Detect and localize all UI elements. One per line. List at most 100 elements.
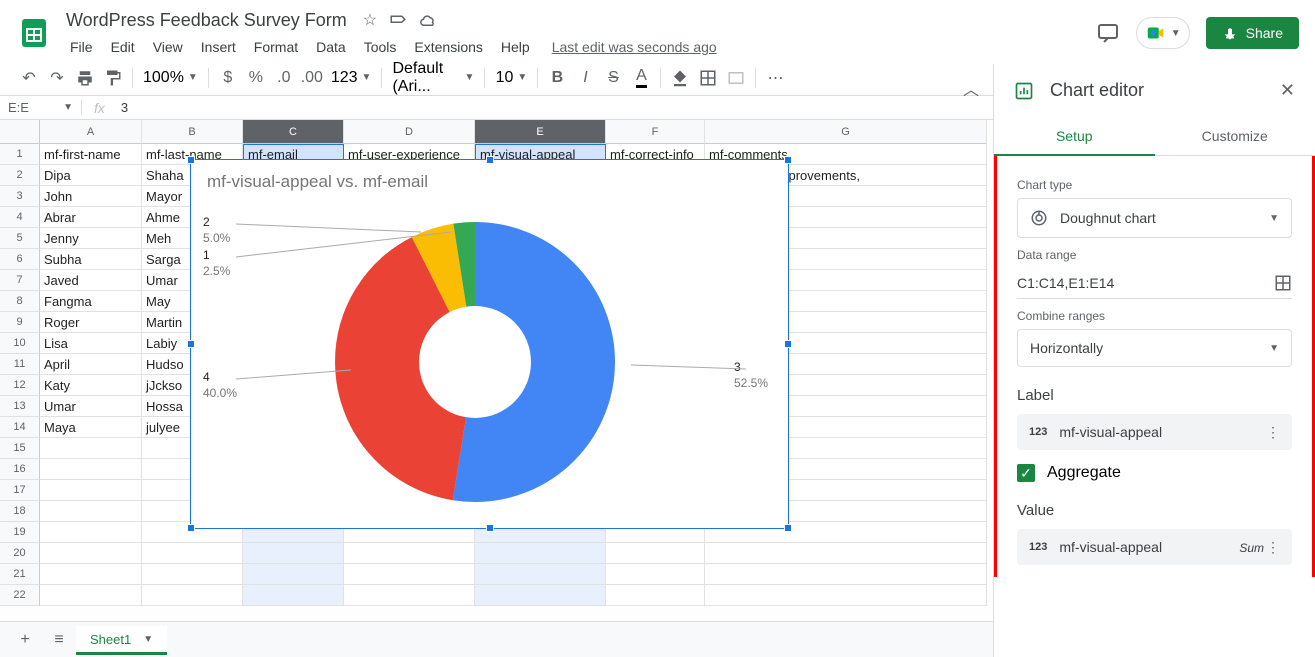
menu-tools[interactable]: Tools [356, 35, 405, 59]
cell[interactable] [40, 459, 142, 480]
meet-button[interactable]: ▼ [1136, 17, 1190, 49]
text-color-icon[interactable]: A [628, 65, 654, 91]
cell[interactable]: Subha [40, 249, 142, 270]
row-header[interactable]: 17 [0, 480, 40, 501]
print-icon[interactable] [72, 65, 98, 91]
row-header[interactable]: 15 [0, 438, 40, 459]
cell[interactable] [243, 543, 344, 564]
row-header[interactable]: 19 [0, 522, 40, 543]
cell[interactable] [606, 585, 705, 606]
cell[interactable]: Jenny [40, 228, 142, 249]
cell[interactable] [40, 585, 142, 606]
cell[interactable] [705, 585, 987, 606]
paint-format-icon[interactable] [100, 65, 126, 91]
increase-decimal-icon[interactable]: .00 [299, 65, 325, 91]
row-header[interactable]: 4 [0, 207, 40, 228]
merge-icon[interactable] [723, 65, 749, 91]
cell[interactable]: Abrar [40, 207, 142, 228]
cell[interactable]: April [40, 354, 142, 375]
aggregate-checkbox[interactable]: ✓ [1017, 464, 1035, 482]
strikethrough-icon[interactable]: S [600, 65, 626, 91]
col-header-D[interactable]: D [344, 120, 475, 144]
cell[interactable] [344, 564, 475, 585]
menu-data[interactable]: Data [308, 35, 354, 59]
menu-extensions[interactable]: Extensions [406, 35, 490, 59]
menu-format[interactable]: Format [246, 35, 306, 59]
value-more-icon[interactable]: ⋮ [1266, 539, 1280, 556]
cell[interactable] [344, 585, 475, 606]
grid-select-icon[interactable] [1274, 274, 1292, 292]
cell[interactable]: Katy [40, 375, 142, 396]
tab-setup[interactable]: Setup [994, 118, 1155, 156]
cell[interactable] [475, 564, 606, 585]
last-edit-link[interactable]: Last edit was seconds ago [552, 39, 717, 55]
label-more-icon[interactable]: ⋮ [1266, 424, 1280, 441]
menu-view[interactable]: View [145, 35, 191, 59]
cell[interactable]: Fangma [40, 291, 142, 312]
more-icon[interactable]: ⋯ [762, 65, 788, 91]
percent-icon[interactable]: % [243, 65, 269, 91]
all-sheets-icon[interactable]: ≡ [42, 625, 76, 655]
cell[interactable] [243, 564, 344, 585]
collapse-toolbar-icon[interactable]: ︿ [963, 76, 979, 100]
cell[interactable] [344, 543, 475, 564]
star-icon[interactable]: ☆ [363, 10, 377, 30]
row-header[interactable]: 3 [0, 186, 40, 207]
col-header-C[interactable]: C [243, 120, 344, 144]
col-header-G[interactable]: G [705, 120, 987, 144]
cell[interactable]: Javed [40, 270, 142, 291]
menu-insert[interactable]: Insert [193, 35, 244, 59]
cell[interactable]: John [40, 186, 142, 207]
row-header[interactable]: 16 [0, 459, 40, 480]
decrease-decimal-icon[interactable]: .0 [271, 65, 297, 91]
cell[interactable]: mf-first-name [40, 144, 142, 165]
currency-icon[interactable]: $ [215, 65, 241, 91]
cell[interactable] [40, 543, 142, 564]
comment-history-icon[interactable] [1096, 21, 1120, 45]
share-button[interactable]: Share [1206, 17, 1299, 49]
menu-file[interactable]: File [62, 35, 101, 59]
cloud-icon[interactable] [419, 11, 437, 29]
borders-icon[interactable] [695, 65, 721, 91]
cell[interactable] [142, 564, 243, 585]
redo-icon[interactable]: ↷ [44, 65, 70, 91]
chart-type-select[interactable]: Doughnut chart ▼ [1017, 198, 1292, 238]
row-header[interactable]: 22 [0, 585, 40, 606]
row-header[interactable]: 14 [0, 417, 40, 438]
num-format-dropdown[interactable]: 123▼ [327, 67, 376, 89]
doc-title[interactable]: WordPress Feedback Survey Form [62, 8, 351, 33]
cell[interactable] [606, 564, 705, 585]
combine-select[interactable]: Horizontally ▼ [1017, 329, 1292, 367]
row-header[interactable]: 7 [0, 270, 40, 291]
row-header[interactable]: 21 [0, 564, 40, 585]
row-header[interactable]: 18 [0, 501, 40, 522]
cell[interactable] [40, 480, 142, 501]
cell[interactable] [142, 543, 243, 564]
row-header[interactable]: 20 [0, 543, 40, 564]
close-icon[interactable]: ✕ [1280, 80, 1295, 101]
col-header-F[interactable]: F [606, 120, 705, 144]
doughnut-chart[interactable]: mf-visual-appeal vs. mf-email 352.5% 440… [190, 159, 789, 529]
cell[interactable] [40, 564, 142, 585]
row-header[interactable]: 6 [0, 249, 40, 270]
value-field[interactable]: 123 mf-visual-appeal Sum ⋮ [1017, 529, 1292, 565]
cell[interactable] [705, 564, 987, 585]
row-header[interactable]: 2 [0, 165, 40, 186]
cell[interactable] [40, 501, 142, 522]
cell[interactable] [606, 543, 705, 564]
cell[interactable] [475, 543, 606, 564]
cell[interactable] [40, 438, 142, 459]
cell[interactable] [243, 585, 344, 606]
col-header-A[interactable]: A [40, 120, 142, 144]
menu-help[interactable]: Help [493, 35, 538, 59]
font-dropdown[interactable]: Default (Ari...▼ [388, 58, 478, 98]
cell[interactable]: Umar [40, 396, 142, 417]
row-header[interactable]: 12 [0, 375, 40, 396]
cell[interactable]: Dipa [40, 165, 142, 186]
col-header-E[interactable]: E [475, 120, 606, 144]
row-header[interactable]: 11 [0, 354, 40, 375]
cell[interactable] [142, 585, 243, 606]
name-box[interactable]: E:E▼ [0, 100, 82, 115]
row-header[interactable]: 5 [0, 228, 40, 249]
label-field[interactable]: 123 mf-visual-appeal ⋮ [1017, 414, 1292, 450]
